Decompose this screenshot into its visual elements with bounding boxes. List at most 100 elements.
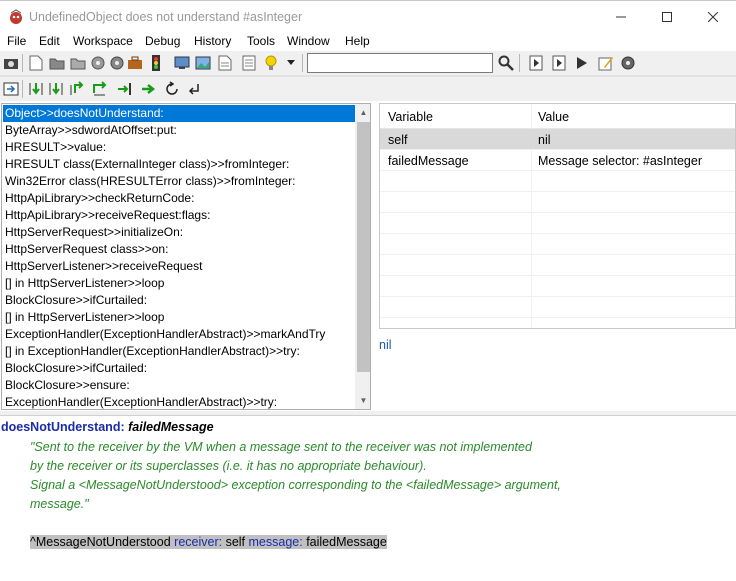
return-icon[interactable]: [2, 80, 20, 98]
lightbulb-icon[interactable]: [262, 54, 280, 72]
go-icon[interactable]: [140, 80, 158, 98]
highlighted-statement: ^MessageNotUnderstood receiver: self mes…: [30, 535, 387, 549]
column-variable[interactable]: Variable: [388, 110, 433, 124]
settings-gear-icon[interactable]: [619, 54, 637, 72]
stack-frame[interactable]: BlockClosure>>ifCurtailed:: [3, 360, 355, 377]
display-icon[interactable]: [173, 54, 191, 72]
search-input[interactable]: [307, 53, 493, 73]
step-into-icon[interactable]: [550, 54, 568, 72]
menu-window[interactable]: Window: [287, 34, 330, 48]
menu-workspace[interactable]: Workspace: [73, 34, 133, 48]
document-icon[interactable]: [216, 54, 234, 72]
stack-frame[interactable]: [] in HttpServerListener>>loop: [3, 309, 355, 326]
code-argument: failedMessage: [306, 535, 387, 549]
toolbar-separator: [302, 54, 303, 72]
stack-frame[interactable]: HttpApiLibrary>>receiveRequest:flags:: [3, 207, 355, 224]
title-bar: UndefinedObject does not understand #asI…: [0, 0, 736, 32]
menu-tools[interactable]: Tools: [247, 34, 275, 48]
stack-frame[interactable]: HttpApiLibrary>>checkReturnCode:: [3, 190, 355, 207]
open-folder-icon[interactable]: [48, 54, 66, 72]
value-inspector-text[interactable]: nil: [379, 338, 392, 352]
column-value[interactable]: Value: [538, 110, 569, 124]
stack-frame[interactable]: HRESULT class(ExternalInteger class)>>fr…: [3, 156, 355, 173]
method-selector: doesNotUnderstand:: [1, 420, 125, 434]
minimize-icon[interactable]: [598, 1, 644, 33]
stack-frame[interactable]: BlockClosure>>ifCurtailed:: [3, 292, 355, 309]
scroll-down-arrow-icon[interactable]: ▼: [355, 392, 370, 409]
picture-icon[interactable]: [194, 54, 212, 72]
stack-frame[interactable]: ExceptionHandler(ExceptionHandlerAbstrac…: [3, 394, 355, 409]
debug-toolbar: [0, 77, 736, 101]
empty-row: [380, 297, 735, 318]
stack-frame[interactable]: HttpServerRequest>>initializeOn:: [3, 224, 355, 241]
empty-row: [380, 276, 735, 297]
gear-icon[interactable]: [89, 54, 107, 72]
menu-help[interactable]: Help: [345, 34, 370, 48]
app-icon: [8, 9, 24, 25]
dropdown-arrow-icon[interactable]: [282, 54, 300, 72]
new-document-icon[interactable]: [27, 54, 45, 72]
open-folder-2-icon[interactable]: [69, 54, 87, 72]
restart-icon[interactable]: [163, 80, 181, 98]
variable-name: failedMessage: [388, 154, 469, 168]
comment-line: Signal a <MessageNotUnderstood> exceptio…: [30, 478, 561, 492]
variables-header: Variable Value: [380, 104, 735, 129]
comment-line: message.": [30, 497, 89, 511]
briefcase-icon[interactable]: [126, 54, 144, 72]
camera-icon[interactable]: [2, 54, 20, 72]
variable-name: self: [388, 133, 408, 147]
code-argument: self: [225, 535, 246, 549]
menu-file[interactable]: File: [7, 34, 26, 48]
stack-list[interactable]: Object>>doesNotUnderstand: ByteArray>>sd…: [1, 103, 371, 410]
menu-bar: File Edit Workspace Debug History Tools …: [0, 32, 736, 51]
close-icon[interactable]: [690, 1, 736, 33]
stack-frame-selected[interactable]: Object>>doesNotUnderstand:: [3, 105, 355, 122]
comment-line: by the receiver or its superclasses (i.e…: [30, 459, 427, 473]
empty-row: [380, 234, 735, 255]
variable-value: Message selector: #asInteger: [538, 154, 702, 168]
step-over-icon[interactable]: [91, 80, 109, 98]
stack-frame[interactable]: Win32Error class(HRESULTError class)>>fr…: [3, 173, 355, 190]
code-keyword: receiver:: [174, 535, 223, 549]
method-signature: doesNotUnderstand: failedMessage: [1, 420, 214, 434]
stack-frame[interactable]: ExceptionHandler(ExceptionHandlerAbstrac…: [3, 326, 355, 343]
code-class: ^MessageNotUnderstood: [30, 535, 171, 549]
step-into-bracket-icon[interactable]: [27, 80, 45, 98]
variable-row-self[interactable]: self nil: [380, 129, 735, 150]
stack-frame[interactable]: [] in ExceptionHandler(ExceptionHandlerA…: [3, 343, 355, 360]
variable-value: nil: [538, 133, 551, 147]
menu-history[interactable]: History: [194, 34, 231, 48]
step-over-bracket-icon[interactable]: [47, 80, 65, 98]
variable-row-failedmessage[interactable]: failedMessage Message selector: #asInteg…: [380, 150, 735, 171]
return-back-icon[interactable]: [185, 80, 203, 98]
stack-frame[interactable]: [] in HttpServerListener>>loop: [3, 275, 355, 292]
stack-frame[interactable]: HttpServerRequest class>>on:: [3, 241, 355, 258]
stack-scrollbar[interactable]: ▲ ▼: [355, 104, 370, 409]
notes-icon[interactable]: [240, 54, 258, 72]
code-line: ^MessageNotUnderstood receiver: self mes…: [30, 535, 387, 549]
step-icon[interactable]: [527, 54, 545, 72]
scroll-up-arrow-icon[interactable]: ▲: [355, 104, 370, 121]
empty-row: [380, 171, 735, 192]
code-keyword: message:: [248, 535, 303, 549]
stack-frame[interactable]: BlockClosure>>ensure:: [3, 377, 355, 394]
run-icon[interactable]: [573, 54, 591, 72]
empty-row: [380, 192, 735, 213]
menu-debug[interactable]: Debug: [145, 34, 180, 48]
gear-settings-icon[interactable]: [108, 54, 126, 72]
empty-row: [380, 255, 735, 276]
edit-icon[interactable]: [597, 54, 615, 72]
method-source-pane[interactable]: doesNotUnderstand: failedMessage "Sent t…: [0, 415, 736, 581]
stack-frame[interactable]: HRESULT>>value:: [3, 139, 355, 156]
step-out-bracket-icon[interactable]: [68, 80, 86, 98]
stack-frame[interactable]: ByteArray>>sdwordAtOffset:put:: [3, 122, 355, 139]
run-to-cursor-icon[interactable]: [116, 80, 134, 98]
maximize-icon[interactable]: [644, 1, 690, 33]
comment-line: "Sent to the receiver by the VM when a m…: [30, 440, 532, 454]
traffic-light-icon[interactable]: [147, 54, 165, 72]
menu-edit[interactable]: Edit: [39, 34, 60, 48]
scroll-thumb[interactable]: [357, 122, 370, 372]
toolbar-separator: [519, 54, 520, 72]
search-magnifier-icon[interactable]: [497, 54, 515, 72]
stack-frame[interactable]: HttpServerListener>>receiveRequest: [3, 258, 355, 275]
